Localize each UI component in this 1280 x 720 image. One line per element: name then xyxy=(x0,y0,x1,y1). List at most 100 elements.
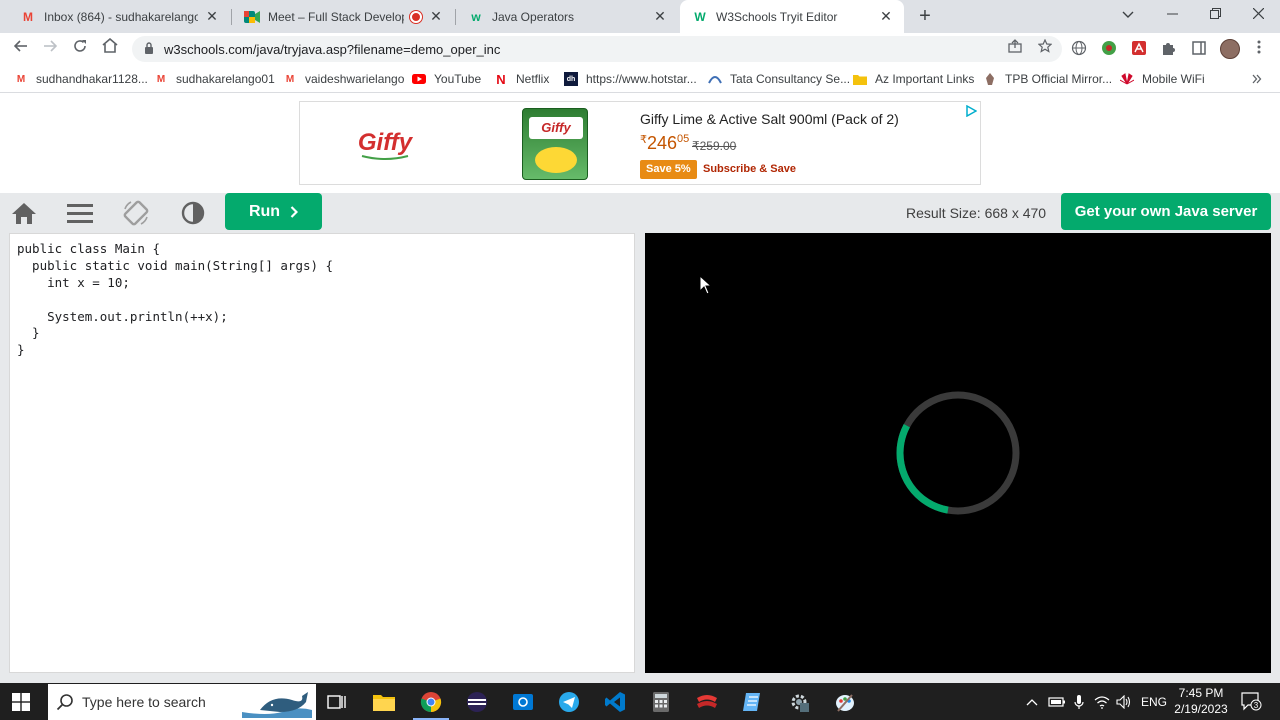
ad-banner[interactable]: Giffy Giffy Giffy Lime & Active Salt 900… xyxy=(299,101,981,185)
huawei-icon xyxy=(1120,72,1134,86)
minimize-button[interactable] xyxy=(1152,0,1192,30)
ad-product-title[interactable]: Giffy Lime & Active Salt 900ml (Pack of … xyxy=(640,111,899,127)
subscribe-save-link[interactable]: Subscribe & Save xyxy=(703,163,796,175)
notification-center-button[interactable]: 3 xyxy=(1240,691,1262,711)
back-button[interactable] xyxy=(10,38,32,60)
calculator-icon[interactable] xyxy=(648,689,674,715)
tab-title: Inbox (864) - sudhakarelango01@ xyxy=(44,9,198,24)
reload-button[interactable] xyxy=(69,38,91,60)
vscode-icon[interactable] xyxy=(602,689,628,715)
chrome-icon[interactable] xyxy=(418,689,444,715)
clock-time: 7:45 PM xyxy=(1178,686,1224,700)
tab-gmail-inbox[interactable]: M Inbox (864) - sudhakarelango01@ ✕ xyxy=(8,0,230,33)
tab-w3schools-tryit[interactable]: W W3Schools Tryit Editor ✕ xyxy=(680,0,904,33)
bookmark-item[interactable]: dh https://www.hotstar... xyxy=(564,71,697,87)
bookmark-item[interactable]: M sudhakarelango01 xyxy=(154,71,275,87)
taskbar-search-box[interactable]: Type here to search xyxy=(48,684,316,720)
ad-price: ₹24605 xyxy=(640,133,689,154)
windows-start-button[interactable] xyxy=(12,693,30,711)
run-button[interactable]: Run xyxy=(225,193,322,230)
volume-tray[interactable] xyxy=(1116,683,1132,720)
camera-app-icon[interactable] xyxy=(510,689,536,715)
language-indicator[interactable]: ENG xyxy=(1141,683,1167,720)
forward-button[interactable] xyxy=(39,38,61,60)
green-extension-icon[interactable] xyxy=(1100,40,1118,58)
clock-date: 2/19/2023 xyxy=(1174,702,1228,716)
recording-indicator-icon xyxy=(410,10,422,23)
loading-spinner-progress xyxy=(896,391,1020,515)
double-chevron-right-icon xyxy=(1252,74,1262,84)
notebook-app-icon[interactable] xyxy=(740,689,766,715)
settings-gear-app-icon[interactable] xyxy=(786,689,812,715)
puzzle-extensions-icon[interactable] xyxy=(1160,40,1178,58)
close-icon[interactable]: ✕ xyxy=(878,8,894,25)
rotate-layout-button[interactable] xyxy=(122,200,150,226)
get-java-server-button[interactable]: Get your own Java server xyxy=(1061,193,1271,230)
youtube-icon xyxy=(412,72,426,86)
close-icon[interactable]: ✕ xyxy=(652,8,668,25)
telegram-icon[interactable] xyxy=(556,689,582,715)
chevron-up-icon[interactable] xyxy=(1026,698,1038,706)
restore-button[interactable] xyxy=(1195,0,1235,30)
notification-count: 3 xyxy=(1254,701,1259,710)
bookmark-label: https://www.hotstar... xyxy=(586,72,697,86)
red-app-icon[interactable] xyxy=(694,689,720,715)
taskbar-clock[interactable]: 7:45 PM 2/19/2023 xyxy=(1170,685,1232,717)
theme-toggle-button[interactable] xyxy=(179,200,207,226)
gmail-icon: M xyxy=(156,73,166,85)
windows-taskbar: Type here to search ENG 7:45 PM 2/19/202… xyxy=(0,683,1280,720)
gmail-icon: M xyxy=(285,73,295,85)
lock-icon xyxy=(144,41,156,57)
globe-extension-icon[interactable] xyxy=(1070,40,1088,58)
battery-tray[interactable] xyxy=(1048,683,1066,720)
tab-google-meet[interactable]: Meet – Full Stack Developer ✕ xyxy=(232,0,454,33)
microphone-tray[interactable] xyxy=(1074,683,1084,720)
tab-java-operators[interactable]: w Java Operators ✕ xyxy=(456,0,678,33)
close-window-button[interactable] xyxy=(1238,0,1278,30)
bookmark-item[interactable]: Mobile WiFi xyxy=(1120,71,1205,87)
netflix-icon: N xyxy=(496,71,506,87)
kebab-menu-icon[interactable] xyxy=(1250,40,1268,58)
bookmark-label: TPB Official Mirror... xyxy=(1005,72,1113,86)
restore-icon xyxy=(1209,8,1221,19)
eclipse-icon[interactable] xyxy=(464,689,490,715)
paint-app-icon[interactable] xyxy=(832,689,858,715)
search-icon xyxy=(56,694,73,711)
bookmark-item[interactable]: Tata Consultancy Se... xyxy=(708,71,850,87)
bookmark-label: Tata Consultancy Se... xyxy=(730,72,851,86)
bookmark-item[interactable]: M sudhandhakar1128... xyxy=(14,71,148,87)
file-explorer-icon[interactable] xyxy=(371,689,397,715)
new-tab-button[interactable]: + xyxy=(914,6,936,28)
bookmark-label: vaideshwarielango xyxy=(305,72,405,86)
bookmark-item[interactable]: M vaideshwarielango xyxy=(283,71,405,87)
menu-button[interactable] xyxy=(66,200,94,226)
close-icon[interactable]: ✕ xyxy=(428,8,444,25)
bookmark-item[interactable]: N Netflix xyxy=(494,71,549,87)
home-button[interactable] xyxy=(99,37,121,60)
bookmark-item[interactable]: TPB Official Mirror... xyxy=(983,71,1112,87)
star-icon[interactable] xyxy=(1038,39,1052,53)
code-line: } xyxy=(17,342,25,358)
home-button[interactable] xyxy=(10,200,38,226)
lime-graphic xyxy=(535,147,577,173)
whale-illustration-icon xyxy=(242,692,312,718)
close-icon[interactable]: ✕ xyxy=(204,8,220,25)
side-panel-icon[interactable] xyxy=(1190,40,1208,58)
result-panel[interactable] xyxy=(645,233,1271,673)
address-bar[interactable]: w3schools.com/java/tryjava.asp?filename=… xyxy=(132,36,1062,62)
tpb-icon xyxy=(983,72,997,86)
tab-search-button[interactable] xyxy=(1108,0,1148,30)
bookmark-item[interactable]: Az Important Links xyxy=(853,71,974,87)
run-button-label: Run xyxy=(248,202,281,220)
pdf-extension-icon[interactable] xyxy=(1130,40,1148,58)
avatar[interactable] xyxy=(1220,39,1240,59)
bookmark-item[interactable]: YouTube xyxy=(412,71,481,87)
network-tray[interactable] xyxy=(1094,683,1110,720)
code-editor[interactable]: public class Main { public static void m… xyxy=(9,233,635,673)
adchoices-icon[interactable] xyxy=(965,104,978,118)
save-badge: Save 5% xyxy=(640,160,697,179)
more-bookmarks-button[interactable] xyxy=(1252,71,1262,87)
task-view-icon[interactable] xyxy=(324,689,350,715)
share-icon[interactable] xyxy=(1008,39,1022,53)
tab-title: W3Schools Tryit Editor xyxy=(716,9,838,24)
